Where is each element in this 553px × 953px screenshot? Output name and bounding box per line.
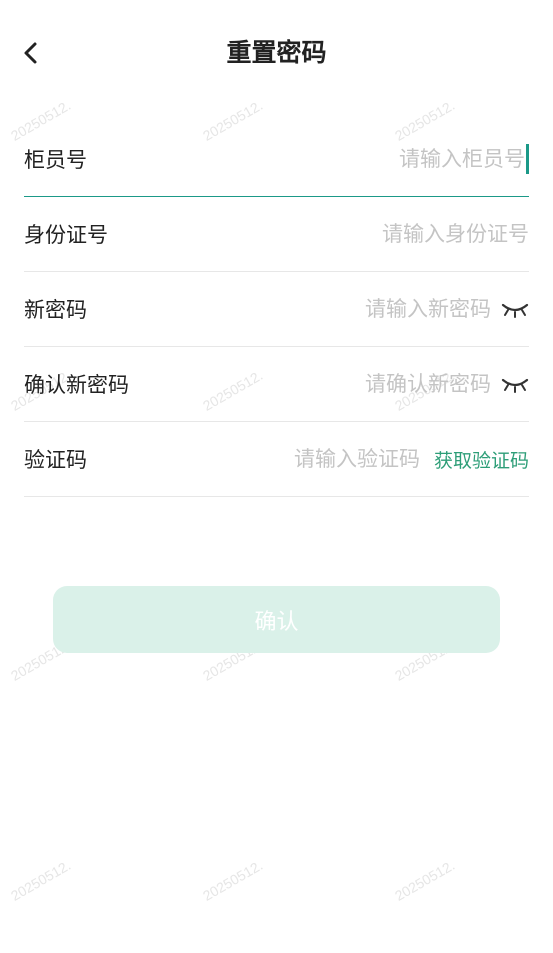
confirm-password-input[interactable] [129,364,491,404]
eye-closed-icon [501,378,529,393]
verification-code-label: 验证码 [24,448,87,472]
toggle-confirm-password-visibility-button[interactable] [501,372,529,396]
confirm-password-label: 确认新密码 [24,373,129,397]
new-password-label: 新密码 [24,298,87,322]
reset-password-page: 20250512. 20250512. 20250512. 20250512. … [0,0,553,953]
new-password-input[interactable] [87,289,491,329]
watermark: 20250512. [8,856,74,904]
id-number-row: 身份证号 [24,197,529,272]
id-number-label: 身份证号 [24,223,108,247]
teller-id-label: 柜员号 [24,148,87,172]
confirm-button[interactable]: 确认 [53,586,500,653]
verification-code-row: 验证码 获取验证码 [24,422,529,497]
confirm-password-row: 确认新密码 [24,347,529,422]
verification-code-input[interactable] [87,439,420,479]
page-title: 重置密码 [226,38,327,67]
text-caret [526,144,529,174]
toggle-password-visibility-button[interactable] [501,297,529,321]
id-number-input[interactable] [108,214,529,254]
get-verification-code-button[interactable]: 获取验证码 [434,446,529,473]
watermark: 20250512. [200,856,266,904]
eye-closed-icon [501,303,529,318]
teller-id-row: 柜员号 [24,122,529,197]
reset-password-form: 柜员号 身份证号 新密码 确认新密码 [24,122,529,497]
new-password-row: 新密码 [24,272,529,347]
header: 重置密码 [0,0,553,104]
watermark: 20250512. [392,856,458,904]
teller-id-input[interactable] [87,139,525,179]
